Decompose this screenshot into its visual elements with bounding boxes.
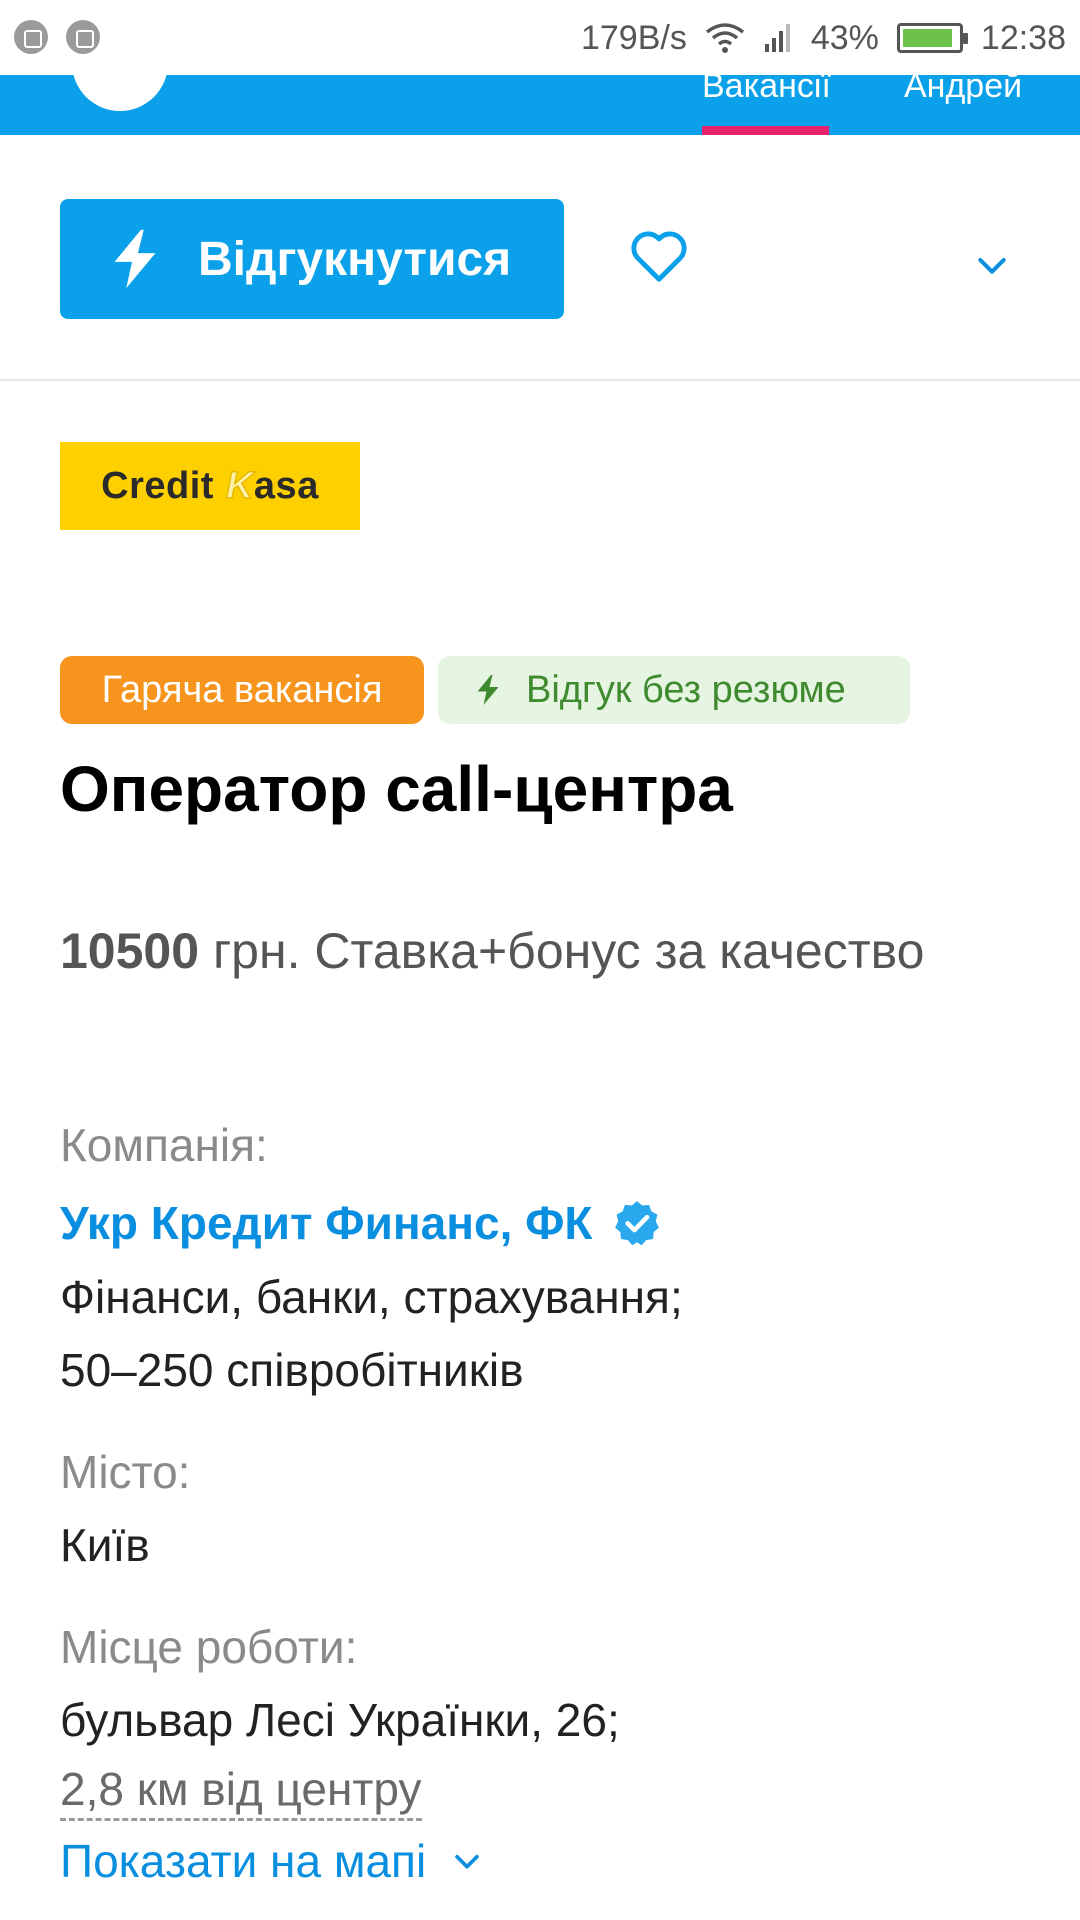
tab-vacancies[interactable]: Вакансії xyxy=(702,75,831,106)
workplace-label: Місце роботи: xyxy=(60,1621,358,1673)
apply-button-label: Відгукнутися xyxy=(198,232,512,286)
heart-outline-icon[interactable] xyxy=(628,225,690,287)
chevron-down-icon xyxy=(455,1854,479,1869)
show-on-map-label: Показати на мапі xyxy=(60,1835,427,1887)
apply-button[interactable]: Відгукнутися xyxy=(60,199,564,319)
salary-description: грн. Ставка+бонус за качество xyxy=(199,923,925,979)
logo-text-rest: asa xyxy=(253,464,319,507)
chevron-down-icon[interactable] xyxy=(972,245,1012,285)
distance-from-center[interactable]: 2,8 км від центру xyxy=(60,1762,422,1821)
hot-vacancy-label: Гаряча вакансія xyxy=(101,668,383,711)
job-title: Оператор call-центра xyxy=(60,753,733,825)
tab-user[interactable]: Андрей xyxy=(904,75,1022,106)
company-name: Укр Кредит Финанс, ФК xyxy=(60,1197,593,1249)
workplace-address: бульвар Лесі Українки, 26; xyxy=(60,1694,620,1746)
notification-icon xyxy=(66,20,100,54)
signal-icon xyxy=(764,24,790,52)
logo-text-main: Credit xyxy=(101,464,214,507)
wifi-icon xyxy=(705,23,744,53)
no-resume-label: Відгук без резюме xyxy=(526,668,846,711)
logo-text-k: K xyxy=(225,464,254,508)
network-speed: 179B/s xyxy=(580,18,687,57)
active-tab-indicator xyxy=(702,126,829,135)
status-indicators: 179B/s 43% 12:38 xyxy=(581,14,1066,62)
company-name-link[interactable]: Укр Кредит Финанс, ФК xyxy=(60,1196,662,1250)
lightning-icon xyxy=(114,229,156,289)
no-resume-badge: Відгук без резюме xyxy=(438,656,910,724)
lightning-icon xyxy=(477,675,499,705)
company-industry: Фінанси, банки, страхування; xyxy=(60,1271,683,1323)
battery-fill xyxy=(902,29,952,47)
hot-vacancy-badge: Гаряча вакансія xyxy=(60,656,424,724)
battery-icon xyxy=(896,23,968,53)
notification-icon xyxy=(14,20,48,54)
verified-check-icon xyxy=(615,1201,660,1246)
action-bar: Відгукнутися xyxy=(0,135,1080,381)
company-size: 50–250 співробітників xyxy=(60,1344,524,1396)
company-logo[interactable]: Credit K asa xyxy=(60,442,360,530)
city-label: Місто: xyxy=(60,1446,191,1498)
status-bar: 179B/s 43% 12:38 xyxy=(0,0,1080,75)
clock: 12:38 xyxy=(980,18,1066,57)
salary: 10500 грн. Ставка+бонус за качество xyxy=(60,920,980,982)
salary-amount: 10500 xyxy=(60,923,200,979)
city-value: Київ xyxy=(60,1519,150,1571)
battery-percent: 43% xyxy=(810,18,879,57)
site-logo[interactable] xyxy=(72,75,168,111)
top-nav: Вакансії Андрей xyxy=(0,75,1080,135)
company-label: Компанія: xyxy=(60,1119,268,1171)
show-on-map-link[interactable]: Показати на мапі xyxy=(60,1834,484,1888)
